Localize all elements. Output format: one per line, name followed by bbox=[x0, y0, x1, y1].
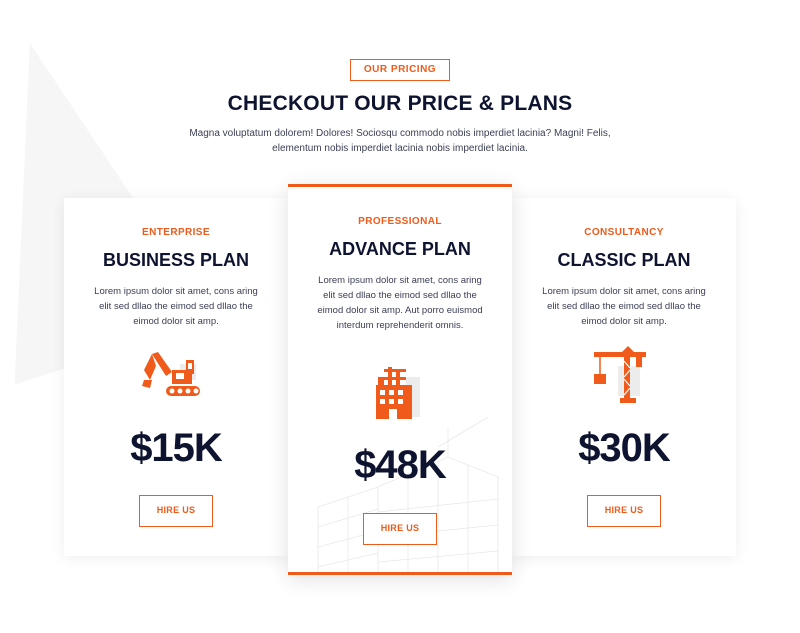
plan-description: Lorem ipsum dolor sit amet, cons aring e… bbox=[542, 286, 706, 327]
plan-tier: ENTERPRISE bbox=[142, 227, 210, 238]
section-title: CHECKOUT OUR PRICE & PLANS bbox=[227, 92, 573, 115]
hire-us-button[interactable]: HIRE US bbox=[363, 513, 437, 545]
plan-price: $15K bbox=[130, 426, 223, 470]
section-eyebrow: OUR PRICING bbox=[350, 59, 450, 81]
plan-tier: PROFESSIONAL bbox=[358, 216, 442, 227]
plan-name: ADVANCE PLAN bbox=[329, 239, 471, 259]
pricing-card-advance: PROFESSIONAL ADVANCE PLAN Lorem ipsum do… bbox=[288, 184, 512, 575]
section-subtitle: Magna voluptatum dolorem! Dolores! Socio… bbox=[189, 128, 611, 154]
excavator-icon bbox=[136, 346, 216, 406]
plan-name: BUSINESS PLAN bbox=[102, 250, 250, 270]
building-sketch-decoration bbox=[317, 417, 499, 572]
hire-us-button[interactable]: HIRE US bbox=[139, 495, 213, 527]
building-construction-icon bbox=[360, 363, 440, 423]
pricing-card-business: ENTERPRISE BUSINESS PLAN Lorem ipsum dol… bbox=[64, 198, 288, 556]
plan-tier: CONSULTANCY bbox=[584, 227, 664, 238]
tower-crane-icon bbox=[584, 346, 664, 406]
pricing-card-classic: CONSULTANCY CLASSIC PLAN Lorem ipsum dol… bbox=[512, 198, 736, 556]
plan-price: $30K bbox=[578, 426, 671, 470]
plan-price: $48K bbox=[354, 443, 447, 487]
plan-name: CLASSIC PLAN bbox=[557, 250, 691, 270]
plan-description: Lorem ipsum dolor sit amet, cons aring e… bbox=[317, 275, 483, 331]
hire-us-button[interactable]: HIRE US bbox=[587, 495, 661, 527]
plan-description: Lorem ipsum dolor sit amet, cons aring e… bbox=[94, 286, 258, 327]
